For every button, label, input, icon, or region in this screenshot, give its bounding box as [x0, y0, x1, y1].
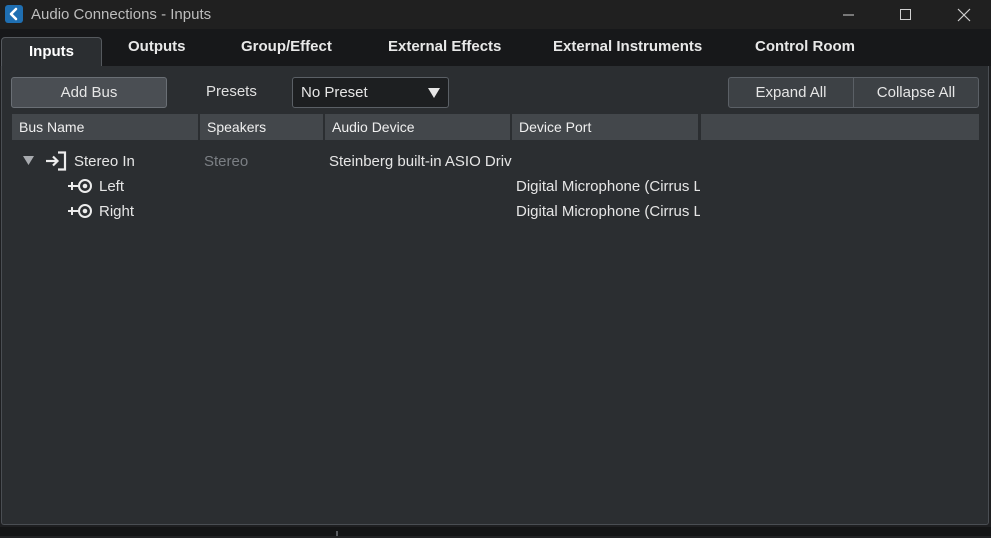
tab-control-room[interactable]: Control Room — [755, 38, 855, 55]
column-header-bus-name[interactable]: Bus Name — [12, 114, 198, 140]
expand-triangle-icon[interactable] — [23, 155, 34, 166]
channel-name[interactable]: Right — [99, 203, 134, 220]
preset-select[interactable]: No Preset — [292, 77, 449, 108]
column-header-extra — [701, 114, 979, 140]
maximize-icon — [900, 8, 911, 20]
tab-inputs[interactable]: Inputs — [1, 37, 102, 67]
channel-port-icon — [68, 179, 92, 193]
expand-collapse-group: Expand All Collapse All — [728, 77, 979, 108]
tab-inputs-label: Inputs — [29, 43, 74, 60]
maximize-button[interactable] — [877, 0, 935, 29]
channel-name[interactable]: Left — [99, 178, 124, 195]
collapse-all-button[interactable]: Collapse All — [853, 78, 978, 107]
input-bus-icon — [46, 151, 67, 171]
tab-outputs[interactable]: Outputs — [128, 38, 186, 55]
expand-all-button[interactable]: Expand All — [729, 78, 853, 107]
column-header-device-port[interactable]: Device Port — [512, 114, 698, 140]
minimize-icon — [843, 14, 854, 15]
channel-port-icon — [68, 204, 92, 218]
tab-external-effects[interactable]: External Effects — [388, 38, 501, 55]
add-bus-button[interactable]: Add Bus — [11, 77, 167, 108]
preset-value: No Preset — [301, 84, 368, 101]
close-button[interactable] — [935, 0, 991, 29]
tab-group-effect[interactable]: Group/Effect — [241, 38, 332, 55]
device-port-value[interactable]: Digital Microphone (Cirrus L — [516, 203, 700, 220]
window-title: Audio Connections - Inputs — [31, 6, 212, 23]
presets-label: Presets — [206, 83, 257, 100]
cubase-app-icon — [5, 5, 23, 23]
column-header-speakers[interactable]: Speakers — [200, 114, 323, 140]
minimize-button[interactable] — [820, 0, 878, 29]
close-icon — [957, 8, 971, 21]
speakers-value[interactable]: Stereo — [204, 153, 248, 170]
title-bar: Audio Connections - Inputs — [0, 0, 991, 29]
bus-name[interactable]: Stereo In — [74, 153, 135, 170]
dropdown-arrow-icon — [428, 88, 440, 98]
audio-device-value[interactable]: Steinberg built-in ASIO Driv — [329, 153, 512, 170]
tab-external-instruments[interactable]: External Instruments — [553, 38, 702, 55]
device-port-value[interactable]: Digital Microphone (Cirrus L — [516, 178, 700, 195]
column-header-audio-device[interactable]: Audio Device — [325, 114, 510, 140]
